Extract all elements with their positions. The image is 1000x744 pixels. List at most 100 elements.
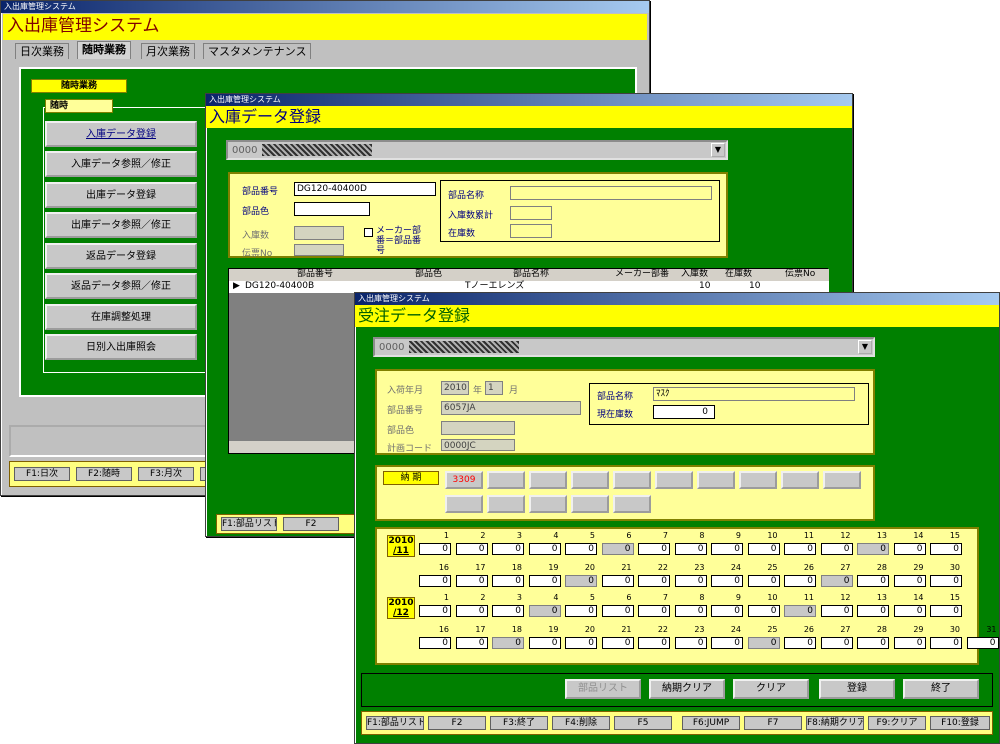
calendar-day-input[interactable]: 0 — [455, 543, 488, 555]
nouki-clear-button[interactable]: 納期クリア — [649, 679, 725, 699]
calendar-day-input[interactable]: 0 — [674, 543, 707, 555]
calendar-day-input[interactable]: 0 — [528, 575, 561, 587]
calendar-day-input[interactable]: 0 — [930, 575, 962, 587]
juchu-part-combo[interactable]: 0000 ▼ — [373, 337, 875, 357]
calendar-day-input[interactable]: 0 — [638, 543, 670, 555]
menu-nyuko-register[interactable]: 入庫データ登録 — [45, 121, 197, 147]
juchu-fkey-8[interactable]: F8:納期クリア — [806, 716, 864, 730]
menu-shukko-edit[interactable]: 出庫データ参照／修正 — [45, 212, 197, 238]
calendar-day-input[interactable]: 0 — [455, 605, 488, 617]
menu-shukko-register[interactable]: 出庫データ登録 — [45, 182, 197, 208]
calendar-day-input[interactable]: 0 — [492, 605, 524, 617]
main-fkey-3[interactable]: F3:月次 — [138, 467, 194, 481]
tab-daily[interactable]: 日次業務 — [15, 43, 69, 59]
juchu-month-field[interactable]: 1 — [485, 381, 503, 395]
tab-anytime[interactable]: 随時業務 — [77, 41, 131, 59]
nouki-button[interactable] — [613, 471, 651, 489]
register-button[interactable]: 登録 — [819, 679, 895, 699]
nyuko-part-no-field[interactable]: DG120-40400D — [294, 182, 436, 196]
calendar-day-input[interactable]: 0 — [820, 605, 853, 617]
nouki-button[interactable] — [445, 495, 483, 513]
calendar-day-input[interactable]: 0 — [601, 637, 634, 649]
juchu-fkey-2[interactable]: F2 — [428, 716, 486, 730]
calendar-day-input[interactable]: 0 — [820, 575, 853, 587]
nyuko-qty-field[interactable] — [294, 226, 344, 240]
calendar-day-input[interactable]: 0 — [419, 575, 451, 587]
juchu-fkey-7[interactable]: F7 — [744, 716, 802, 730]
juchu-fkey-3[interactable]: F3:終了 — [490, 716, 548, 730]
nouki-button[interactable] — [823, 471, 861, 489]
calendar-day-input[interactable]: 0 — [455, 575, 488, 587]
nouki-button[interactable] — [781, 471, 819, 489]
calendar-day-input[interactable]: 0 — [784, 543, 816, 555]
calendar-day-input[interactable]: 0 — [601, 605, 634, 617]
nyuko-grid-hscroll[interactable] — [229, 441, 359, 453]
nouki-button[interactable] — [571, 471, 609, 489]
nyuko-color-field[interactable] — [294, 202, 370, 216]
calendar-day-input[interactable]: 0 — [419, 543, 451, 555]
calendar-day-input[interactable]: 0 — [857, 575, 889, 587]
nouki-button[interactable] — [655, 471, 693, 489]
nyuko-maker-checkbox[interactable] — [364, 228, 373, 237]
nouki-button[interactable] — [613, 495, 651, 513]
juchu-fkey-1[interactable]: F1:部品リスト — [366, 716, 424, 730]
menu-henpin-register[interactable]: 返品データ登録 — [45, 243, 197, 269]
exit-button[interactable]: 終了 — [903, 679, 979, 699]
nouki-button-1[interactable]: 3309 — [445, 471, 483, 489]
calendar-day-input[interactable]: 0 — [565, 605, 597, 617]
calendar-day-input[interactable]: 0 — [528, 605, 561, 617]
calendar-day-input[interactable]: 0 — [601, 543, 634, 555]
calendar-day-input[interactable]: 0 — [492, 543, 524, 555]
chevron-down-icon[interactable]: ▼ — [711, 143, 725, 157]
juchu-fkey-4[interactable]: F4:削除 — [552, 716, 610, 730]
calendar-day-input[interactable]: 0 — [528, 637, 561, 649]
nyuko-fkey-1[interactable]: F1:部品リスト — [221, 517, 277, 531]
calendar-day-input[interactable]: 0 — [492, 637, 524, 649]
juchu-fkey-10[interactable]: F10:登録 — [930, 716, 990, 730]
main-fkey-1[interactable]: F1:日次 — [14, 467, 70, 481]
calendar-day-input[interactable]: 0 — [857, 543, 889, 555]
nyuko-fkey-2[interactable]: F2 — [283, 517, 339, 531]
nouki-button[interactable] — [529, 495, 567, 513]
calendar-day-input[interactable]: 0 — [784, 605, 816, 617]
calendar-day-input[interactable]: 0 — [893, 637, 926, 649]
menu-nyuko-edit[interactable]: 入庫データ参照／修正 — [45, 151, 197, 177]
juchu-fkey-6[interactable]: F6:JUMP — [682, 716, 740, 730]
calendar-day-input[interactable]: 0 — [711, 637, 743, 649]
calendar-day-input[interactable]: 0 — [857, 605, 889, 617]
menu-daily-inquiry[interactable]: 日別入出庫照会 — [45, 334, 197, 360]
calendar-day-input[interactable]: 0 — [820, 543, 853, 555]
nouki-button[interactable] — [739, 471, 777, 489]
calendar-day-input[interactable]: 0 — [528, 543, 561, 555]
calendar-day-input[interactable]: 0 — [966, 637, 999, 649]
calendar-day-input[interactable]: 0 — [419, 637, 451, 649]
calendar-day-input[interactable]: 0 — [930, 605, 962, 617]
calendar-day-input[interactable]: 0 — [747, 543, 780, 555]
calendar-day-input[interactable]: 0 — [638, 575, 670, 587]
calendar-day-input[interactable]: 0 — [674, 575, 707, 587]
calendar-day-input[interactable]: 0 — [601, 575, 634, 587]
calendar-day-input[interactable]: 0 — [565, 637, 597, 649]
main-fkey-2[interactable]: F2:随時 — [76, 467, 132, 481]
calendar-day-input[interactable]: 0 — [711, 575, 743, 587]
calendar-day-input[interactable]: 0 — [784, 575, 816, 587]
menu-stock-adjust[interactable]: 在庫調整処理 — [45, 304, 197, 330]
calendar-day-input[interactable]: 0 — [674, 637, 707, 649]
part-list-button[interactable]: 部品リスト — [565, 679, 641, 699]
menu-henpin-edit[interactable]: 返品データ参照／修正 — [45, 273, 197, 299]
calendar-day-input[interactable]: 0 — [893, 605, 926, 617]
nouki-button[interactable] — [487, 495, 525, 513]
calendar-day-input[interactable]: 0 — [930, 543, 962, 555]
calendar-day-input[interactable]: 0 — [419, 605, 451, 617]
calendar-day-input[interactable]: 0 — [711, 543, 743, 555]
calendar-day-input[interactable]: 0 — [784, 637, 816, 649]
calendar-day-input[interactable]: 0 — [747, 637, 780, 649]
tab-monthly[interactable]: 月次業務 — [141, 43, 195, 59]
nouki-button[interactable] — [529, 471, 567, 489]
calendar-day-input[interactable]: 0 — [455, 637, 488, 649]
juchu-fkey-5[interactable]: F5 — [614, 716, 672, 730]
calendar-day-input[interactable]: 0 — [638, 637, 670, 649]
nyuko-part-combo[interactable]: 0000 ▼ — [226, 140, 728, 160]
chevron-down-icon[interactable]: ▼ — [858, 340, 872, 354]
juchu-fkey-9[interactable]: F9:クリア — [868, 716, 926, 730]
